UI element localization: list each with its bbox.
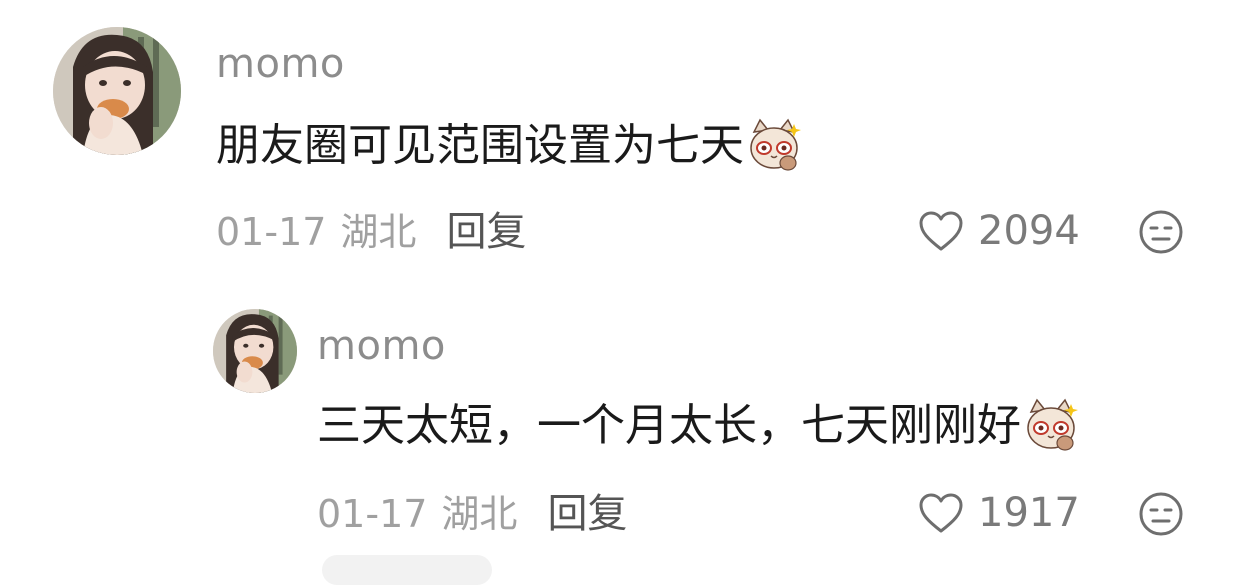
like-count: 1917 <box>978 490 1080 536</box>
like-button[interactable]: 1917 <box>918 492 1080 534</box>
cat-glasses-emoji <box>746 118 802 174</box>
reply-meta: 01-17 湖北 回复 <box>317 494 627 534</box>
comment-location: 湖北 <box>441 492 518 536</box>
comment-location: 湖北 <box>340 210 417 254</box>
dislike-button[interactable] <box>1138 209 1184 255</box>
expand-replies-pill[interactable] <box>322 555 492 585</box>
comment-date: 01-17 <box>317 492 428 536</box>
heart-outline-icon <box>918 210 964 252</box>
dislike-button[interactable] <box>1138 491 1184 537</box>
reply-button[interactable]: 回复 <box>547 494 627 534</box>
comment-date: 01-17 <box>216 210 327 254</box>
reply-username[interactable]: momo <box>317 326 446 366</box>
like-button[interactable]: 2094 <box>918 210 1080 252</box>
avatar[interactable] <box>53 27 181 155</box>
comment-username[interactable]: momo <box>216 44 345 84</box>
like-count: 2094 <box>978 208 1080 254</box>
reply-text: 三天太短，一个月太长，七天刚刚好 <box>317 398 1079 454</box>
cat-glasses-emoji <box>1023 398 1079 454</box>
meh-face-icon <box>1139 492 1183 536</box>
avatar[interactable] <box>213 309 297 393</box>
meh-face-icon <box>1139 210 1183 254</box>
avatar-photo <box>213 309 297 393</box>
reply-button[interactable]: 回复 <box>446 212 526 252</box>
comment-body: 朋友圈可见范围设置为七天 <box>216 120 744 171</box>
heart-outline-icon <box>918 492 964 534</box>
avatar-photo <box>53 27 181 155</box>
comment-meta: 01-17 湖北 回复 <box>216 212 526 252</box>
reply-body: 三天太短，一个月太长，七天刚刚好 <box>317 400 1021 451</box>
comment-text: 朋友圈可见范围设置为七天 <box>216 118 802 174</box>
